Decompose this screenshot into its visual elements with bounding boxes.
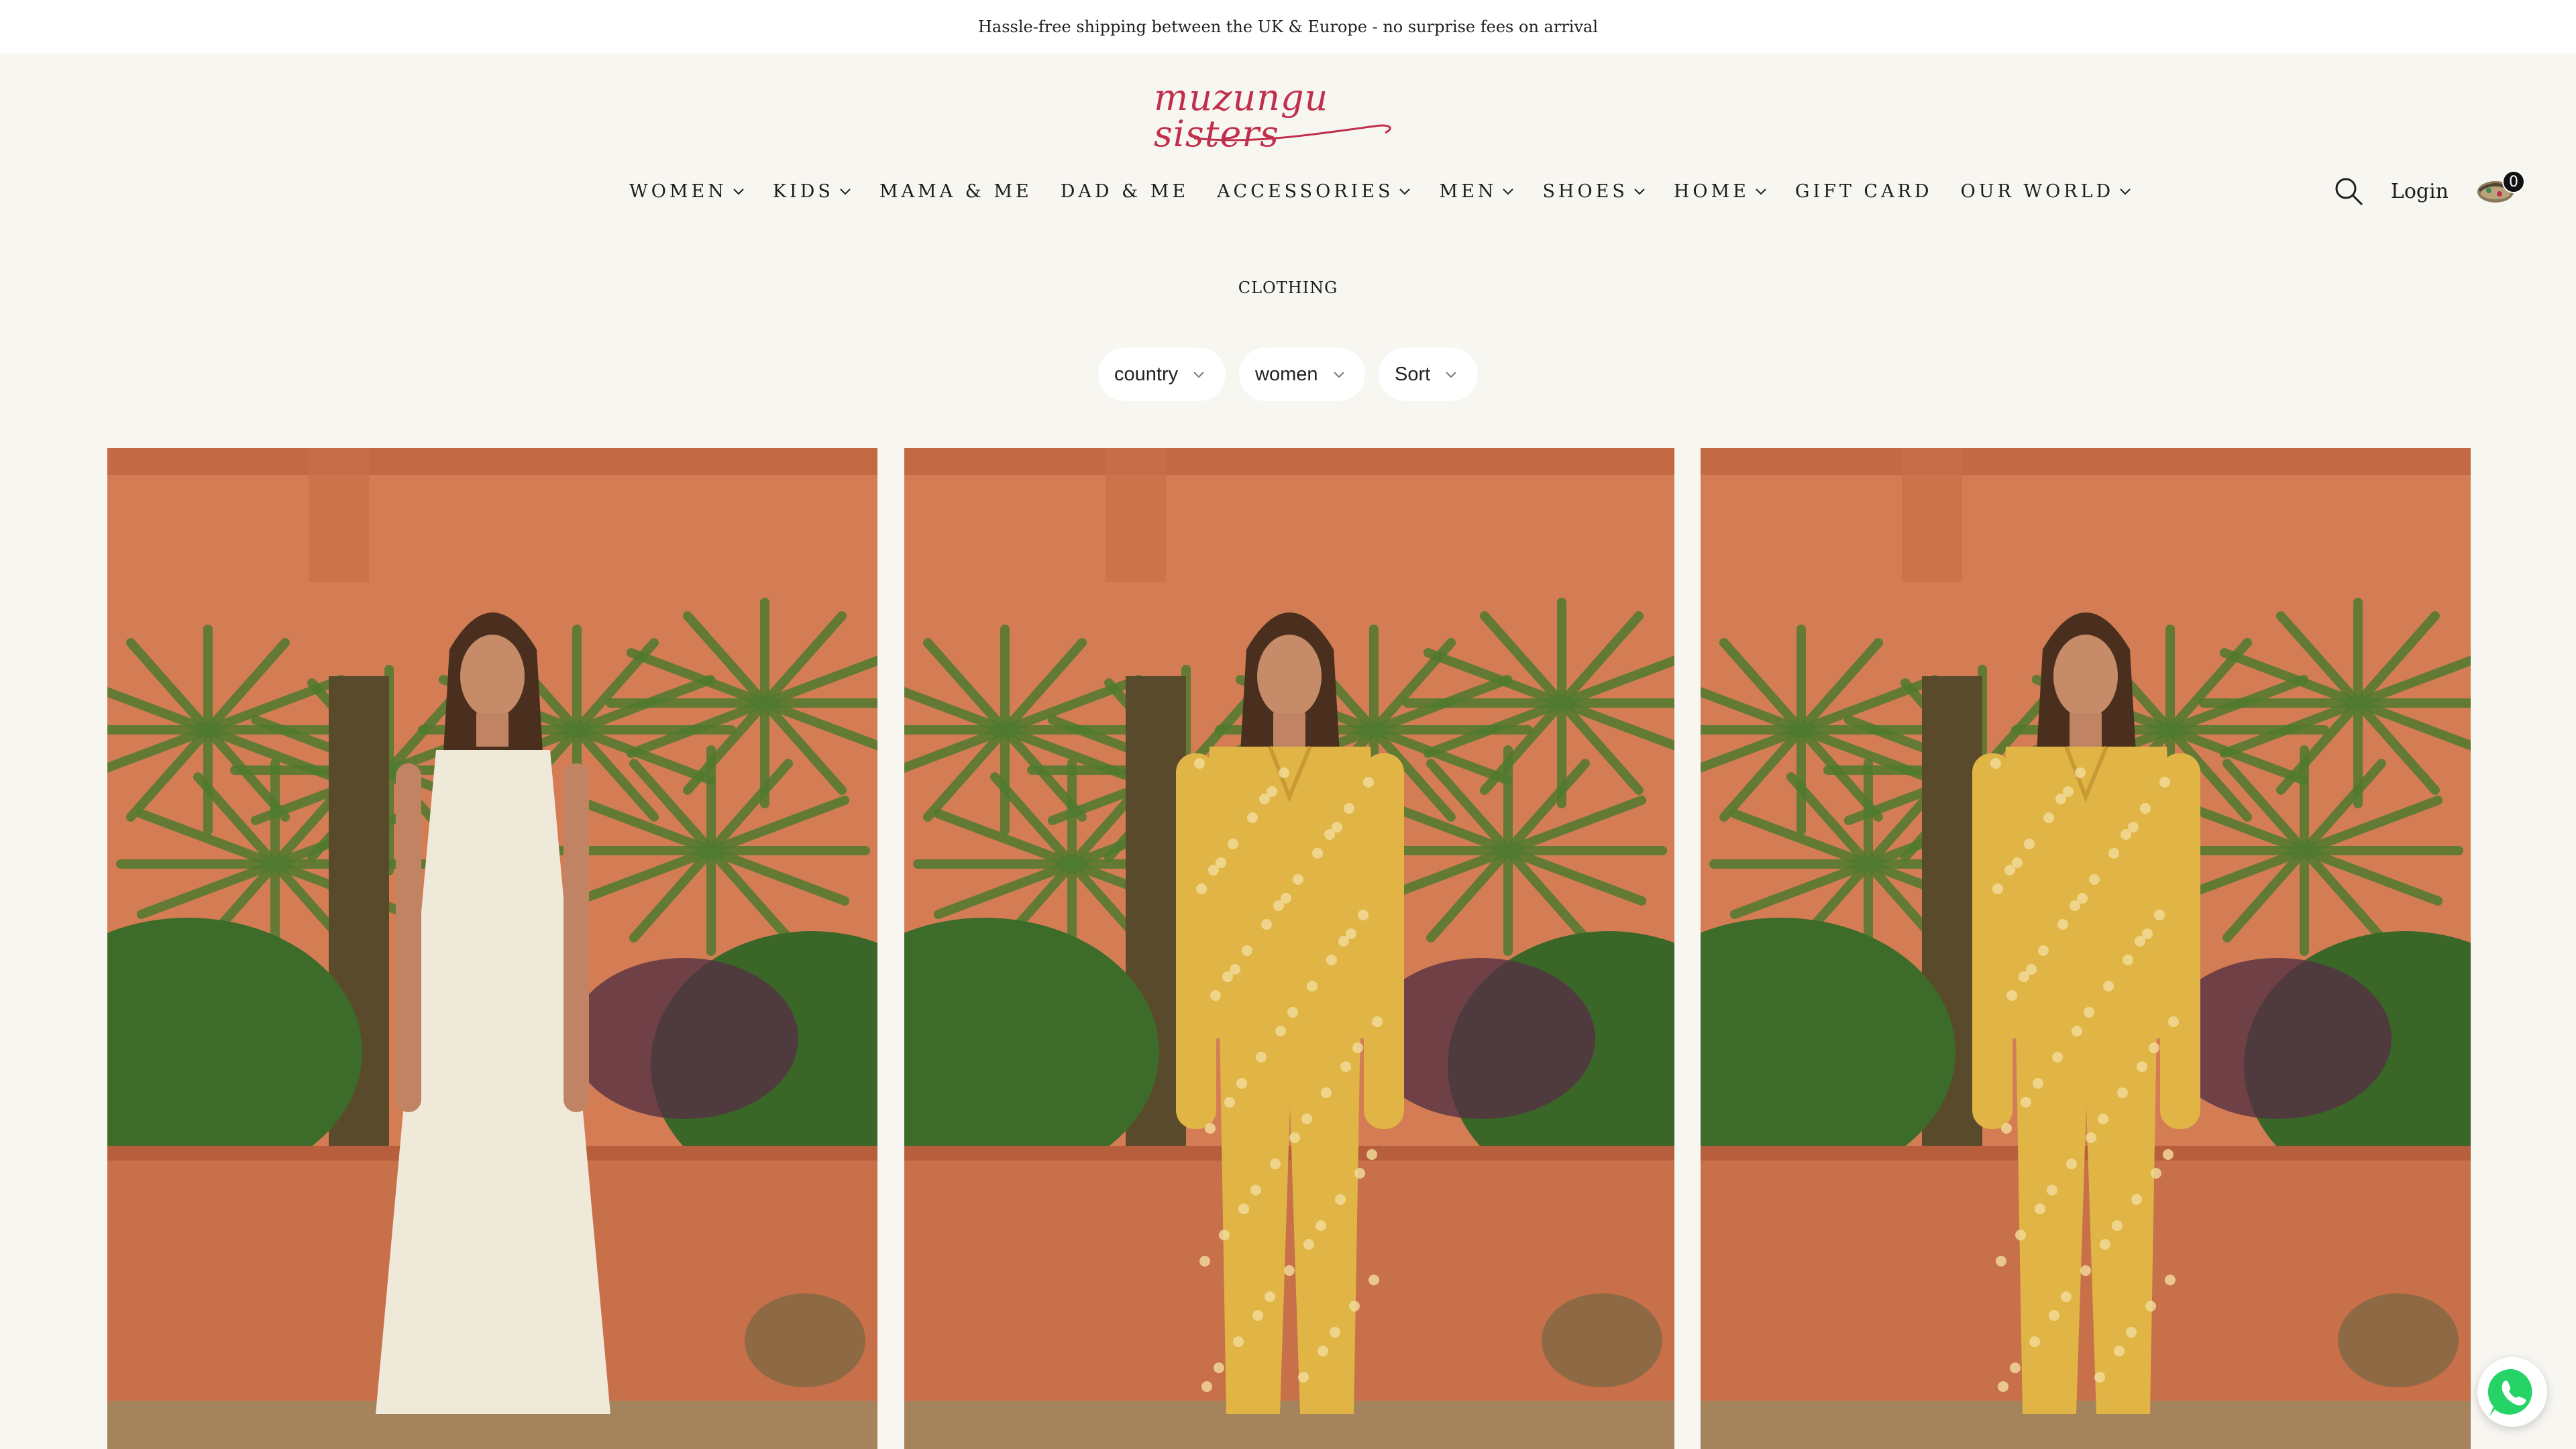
chevron-down-icon (1193, 372, 1204, 378)
logo-swash (1193, 124, 1391, 142)
product-card[interactable] (107, 448, 877, 1449)
chevron-down-icon (840, 189, 851, 195)
nav-item-shoes[interactable]: SHOES (1542, 181, 1645, 202)
nav-item-label: DAD & ME (1060, 180, 1189, 202)
chevron-down-icon (1333, 372, 1344, 378)
chevron-down-icon (2120, 189, 2131, 195)
filter-country[interactable]: country (1098, 347, 1226, 401)
filter-label: country (1114, 363, 1179, 385)
nav-item-label: MEN (1439, 180, 1497, 202)
whatsapp-button[interactable] (2477, 1357, 2547, 1427)
whatsapp-icon (2487, 1368, 2532, 1416)
announcement-text: Hassle-free shipping between the UK & Eu… (977, 17, 1599, 36)
search-icon[interactable] (2333, 176, 2364, 207)
collection-title: CLOTHING (1238, 278, 1338, 297)
nav-item-our-world[interactable]: OUR WORLD (1961, 181, 2132, 202)
nav-item-label: GIFT CARD (1794, 180, 1933, 202)
chevron-down-icon (1446, 372, 1456, 378)
filter-bar: country women Sort (0, 347, 2576, 401)
chevron-down-icon (1756, 189, 1766, 195)
nav-item-home[interactable]: HOME (1674, 181, 1767, 202)
nav-item-label: MAMA & ME (879, 180, 1032, 202)
nav-item-kids[interactable]: KIDS (773, 181, 851, 202)
product-image (107, 448, 877, 1449)
login-link[interactable]: Login (2391, 180, 2449, 203)
nav-item-label: WOMEN (629, 180, 727, 202)
product-image (1701, 448, 2471, 1449)
product-image (904, 448, 1674, 1449)
nav-item-men[interactable]: MEN (1439, 181, 1514, 202)
chevron-down-icon (1634, 189, 1645, 195)
chevron-down-icon (1399, 189, 1411, 195)
filter-women[interactable]: women (1239, 347, 1365, 401)
nav-item-accessories[interactable]: ACCESSORIES (1217, 181, 1411, 202)
nav-item-label: KIDS (772, 180, 834, 202)
nav-item-dad-me[interactable]: DAD & ME (1061, 181, 1189, 202)
cart-button[interactable]: 0 (2475, 170, 2525, 208)
nav-item-label: SHOES (1542, 180, 1628, 202)
announcement-bar: Hassle-free shipping between the UK & Eu… (0, 0, 2576, 54)
header-tools: Login 0 (2333, 170, 2525, 211)
nav-item-label: OUR WORLD (1960, 180, 2114, 202)
chevron-down-icon (733, 189, 744, 195)
product-card[interactable] (904, 448, 1674, 1449)
sort-select[interactable]: Sort (1379, 347, 1478, 401)
filter-label: women (1255, 363, 1318, 385)
nav-item-mama-me[interactable]: MAMA & ME (879, 181, 1032, 202)
brand-logo[interactable]: muzungu sisters (1154, 80, 1422, 152)
filter-label: Sort (1395, 363, 1431, 385)
cart-count-badge: 0 (2502, 170, 2525, 193)
main-nav: WOMEN KIDS MAMA & ME DAD & ME ACCESSORIES MEN… (0, 171, 2576, 211)
nav-item-label: ACCESSORIES (1217, 180, 1394, 202)
product-card[interactable] (1701, 448, 2471, 1449)
nav-item-label: HOME (1673, 180, 1750, 202)
chevron-down-icon (1503, 189, 1514, 195)
nav-item-gift-card[interactable]: GIFT CARD (1795, 181, 1933, 202)
nav-item-women[interactable]: WOMEN (629, 181, 745, 202)
